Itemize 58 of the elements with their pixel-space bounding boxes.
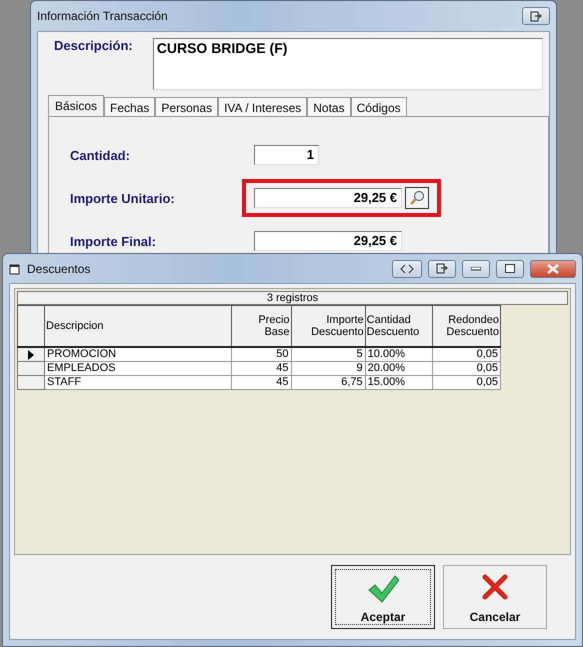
column-header[interactable]: Importe Descuento — [291, 306, 366, 347]
table-cell: 50 — [232, 347, 292, 362]
input-field[interactable]: 29,25 € — [254, 231, 402, 251]
table-cell: 5 — [291, 347, 366, 362]
table-cell: 0,05 — [432, 362, 500, 376]
column-header[interactable]: Descripcion — [44, 306, 232, 347]
maximize-button[interactable] — [496, 260, 524, 278]
table-cell: 0,05 — [432, 376, 500, 390]
table-cell: EMPLEADOS — [44, 362, 232, 376]
description-field[interactable]: CURSO BRIDGE (F) — [152, 38, 543, 90]
window-title: Descuentos — [27, 262, 90, 276]
field-label: Descripción: — [54, 38, 133, 55]
close-icon — [547, 264, 559, 274]
tab[interactable]: Notas — [307, 97, 351, 116]
input-field[interactable]: 29,25 € — [254, 188, 402, 208]
column-header[interactable]: Cantidad Descuento — [365, 306, 432, 347]
column-header[interactable]: Precio Base — [232, 306, 292, 347]
table-cell: 15.00% — [365, 376, 432, 390]
arrows-icon — [400, 264, 414, 274]
maximize-icon — [505, 264, 515, 273]
accept-button[interactable]: Aceptar — [331, 565, 435, 629]
table-cell: 9 — [291, 362, 366, 376]
window-title: Información Transacción — [37, 9, 168, 23]
tab[interactable]: Básicos — [48, 95, 104, 116]
field-label: Importe Final: — [70, 234, 157, 248]
field-label: Importe Unitario: — [70, 190, 176, 206]
exit-icon — [530, 10, 542, 22]
table-cell: 20.00% — [365, 362, 432, 376]
column-header[interactable]: Redondeo Descuento — [432, 306, 500, 347]
minimize-button[interactable] — [462, 260, 490, 278]
table-cell: 10.00% — [365, 347, 432, 362]
pointer-icon — [27, 350, 36, 360]
table-cell: 45 — [232, 362, 292, 376]
table-cell: STAFF — [44, 376, 232, 390]
tab[interactable]: Fechas — [104, 97, 156, 116]
table-cell: PROMOCION — [44, 347, 232, 362]
window-icon — [9, 262, 21, 274]
resize-button[interactable] — [392, 260, 422, 278]
input-field[interactable]: 1 — [254, 145, 319, 165]
close-button[interactable] — [530, 260, 576, 278]
record-count: 3 registros — [17, 291, 568, 305]
exit-button[interactable] — [428, 260, 456, 278]
tab[interactable]: Códigos — [350, 97, 407, 116]
cancel-button[interactable]: Cancelar — [443, 565, 547, 629]
row-indicator[interactable] — [18, 347, 45, 362]
search-icon — [409, 190, 425, 206]
table-cell: 0,05 — [432, 347, 500, 362]
search-button[interactable] — [405, 187, 429, 209]
table-cell: 6,75 — [291, 376, 366, 390]
field-label: Cantidad: — [70, 148, 131, 162]
minimize-icon — [471, 266, 481, 270]
table-cell: 45 — [232, 376, 292, 390]
x-icon — [482, 574, 508, 600]
check-icon — [367, 574, 399, 604]
tab[interactable]: IVA / Intereses — [218, 97, 308, 116]
exit-button[interactable] — [522, 7, 550, 25]
tab[interactable]: Personas — [155, 97, 218, 116]
exit-icon — [436, 263, 448, 274]
